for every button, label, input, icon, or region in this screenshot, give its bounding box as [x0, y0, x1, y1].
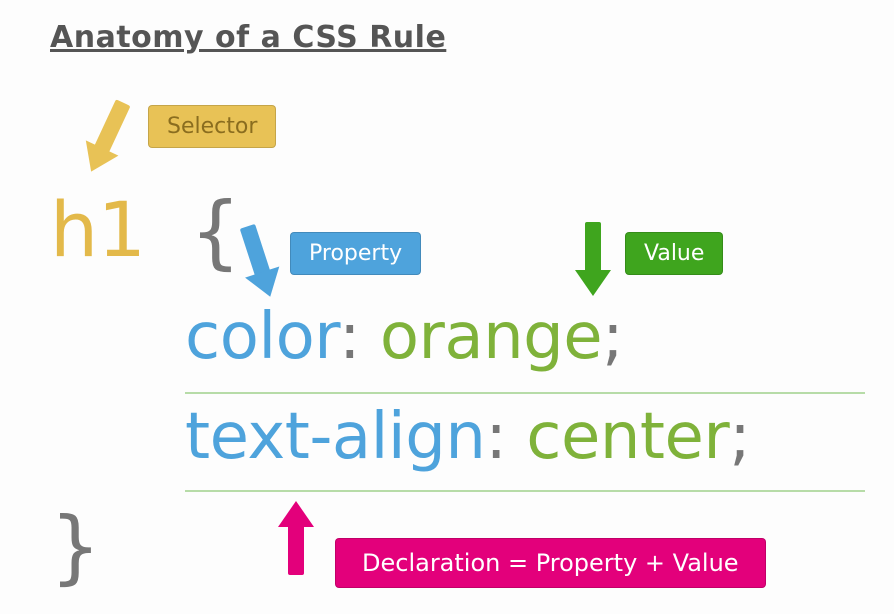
- code-property: text-align: [185, 400, 485, 474]
- code-value: center: [526, 400, 729, 474]
- arrow-down-icon: [585, 222, 601, 278]
- code-semicolon: ;: [729, 400, 750, 474]
- arrow-up-icon: [288, 519, 304, 575]
- label-selector: Selector: [148, 105, 276, 148]
- code-value: orange: [380, 300, 602, 374]
- arrow-down-icon: [91, 99, 130, 158]
- declaration-line: text-align: center;: [185, 400, 750, 474]
- diagram-canvas: Anatomy of a CSS Rule Selector h1 { Prop…: [0, 0, 894, 614]
- label-value: Value: [625, 232, 723, 275]
- code-colon: :: [339, 300, 380, 374]
- code-selector: h1: [50, 185, 146, 274]
- underline: [185, 490, 865, 492]
- title: Anatomy of a CSS Rule: [50, 20, 446, 55]
- underline: [185, 392, 865, 394]
- code-semicolon: ;: [602, 300, 623, 374]
- code-brace-close: }: [50, 500, 100, 593]
- code-property: color: [185, 300, 339, 374]
- code-colon: :: [485, 400, 526, 474]
- label-declaration: Declaration = Property + Value: [335, 538, 766, 588]
- declaration-line: color: orange;: [185, 300, 623, 374]
- code-brace-open: {: [190, 185, 240, 278]
- arrow-down-icon: [240, 224, 273, 282]
- label-property: Property: [290, 232, 421, 275]
